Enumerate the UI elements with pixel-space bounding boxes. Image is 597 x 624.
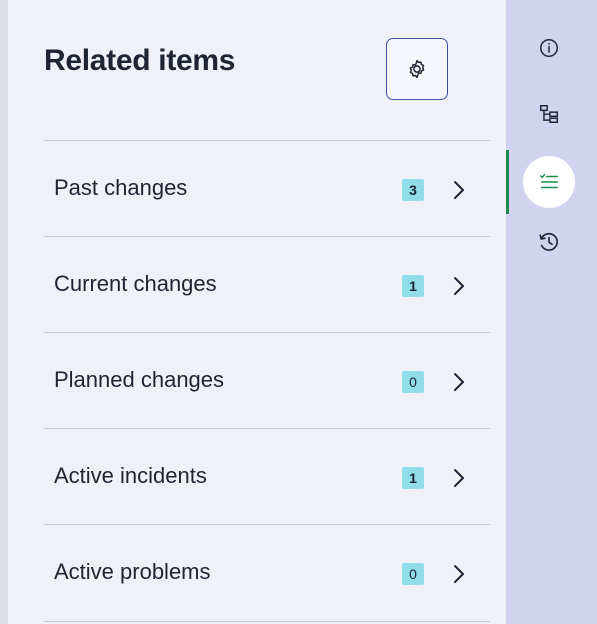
- history-button[interactable]: [523, 216, 575, 268]
- checklist-icon: [540, 173, 558, 189]
- related-items-list: Past changes 3 Current changes 1 Planned…: [44, 140, 490, 622]
- chevron-right-icon: [454, 181, 464, 199]
- active-indicator: [506, 150, 509, 214]
- hierarchy-icon: [540, 105, 558, 123]
- hierarchy-button[interactable]: [523, 88, 575, 140]
- list-item-planned-changes[interactable]: Planned changes 0: [44, 332, 490, 428]
- chevron-right-icon: [454, 565, 464, 583]
- item-label: Past changes: [54, 175, 188, 200]
- related-items-panel: Related items Past changes 3 Current cha…: [8, 0, 506, 624]
- count-badge: 0: [402, 371, 424, 393]
- list-item-past-changes[interactable]: Past changes 3: [44, 140, 490, 236]
- side-rail: [506, 0, 597, 624]
- item-label: Current changes: [54, 271, 217, 296]
- count-badge: 0: [402, 563, 424, 585]
- chevron-right-icon: [454, 277, 464, 295]
- related-items-button[interactable]: [523, 156, 575, 208]
- left-edge-border: [0, 0, 8, 624]
- list-item-active-incidents[interactable]: Active incidents 1: [44, 428, 490, 524]
- chevron-right-icon: [454, 373, 464, 391]
- panel-title: Related items: [44, 44, 236, 77]
- count-badge: 1: [402, 275, 424, 297]
- list-item-current-changes[interactable]: Current changes 1: [44, 236, 490, 332]
- related-items-view: Related items Past changes 3 Current cha…: [0, 0, 597, 624]
- item-label: Planned changes: [54, 367, 225, 392]
- count-badge: 1: [402, 467, 424, 489]
- count-badge: 3: [402, 179, 424, 201]
- settings-button[interactable]: [386, 38, 448, 100]
- chevron-right-icon: [454, 469, 464, 487]
- item-label: Active incidents: [54, 463, 207, 488]
- item-label: Active problems: [54, 559, 211, 584]
- info-button[interactable]: [523, 22, 575, 74]
- info-icon: [540, 39, 558, 57]
- list-item-active-problems[interactable]: Active problems 0: [44, 524, 490, 622]
- history-icon: [539, 232, 558, 251]
- gear-icon: [409, 59, 425, 79]
